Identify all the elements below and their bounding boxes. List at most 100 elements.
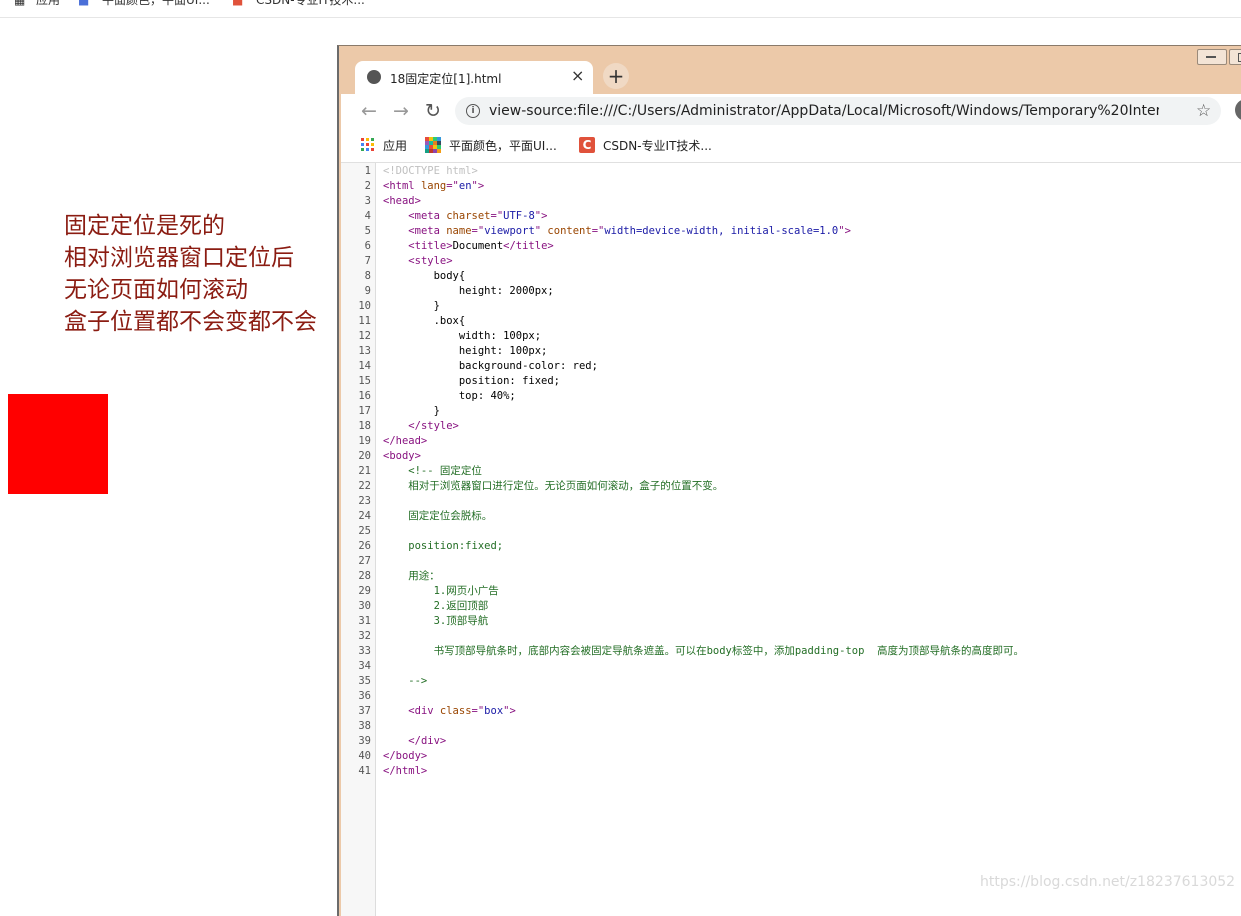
line-number: 34 (358, 660, 371, 672)
code-token: name (446, 225, 472, 237)
source-line: 17 } (341, 404, 1241, 419)
code-token: =" (490, 210, 504, 222)
source-line: 21 <!-- 固定定位 (341, 464, 1241, 479)
source-line: 13 height: 100px; (341, 344, 1241, 359)
line-code: 固定定位会脱标。 (383, 509, 492, 524)
line-number: 32 (358, 630, 371, 642)
source-line: 26 position:fixed; (341, 539, 1241, 554)
source-line: 1 <!DOCTYPE html> (341, 164, 1241, 179)
code-token: charset (446, 210, 491, 222)
annotation-text: 固定定位是死的 相对浏览器窗口定位后 无论页面如何滚动 盒子位置都不会变都不会 (64, 210, 317, 338)
code-token: 用途： (383, 570, 440, 582)
code-token: =" (471, 225, 485, 237)
bookmark-apps[interactable]: 应用 (383, 137, 407, 154)
profile-avatar-icon[interactable] (1235, 99, 1241, 121)
code-token: background-color: red; (383, 360, 598, 372)
line-number: 5 (364, 225, 371, 237)
line-code: <!-- 固定定位 (383, 464, 482, 479)
annotation-line: 无论页面如何滚动 (64, 277, 248, 303)
source-line: 20 <body> (341, 449, 1241, 464)
source-line: 4 <meta charset="UTF-8"> (341, 209, 1241, 224)
line-code: 用途： (383, 569, 440, 584)
code-token: position: fixed; (383, 375, 561, 387)
line-code: position:fixed; (383, 539, 503, 554)
source-line: 35 --> (341, 674, 1241, 689)
line-number: 9 (364, 285, 371, 297)
code-token: en (458, 180, 472, 192)
bookmark-apps[interactable]: 应用 (36, 0, 60, 9)
line-number: 15 (358, 375, 371, 387)
line-number: 30 (358, 600, 371, 612)
info-icon[interactable]: i (466, 104, 480, 118)
line-code: --> (383, 674, 427, 689)
bookmark-csdn[interactable]: CSDN-专业IT技术... (256, 0, 365, 9)
minimize-button[interactable] (1197, 49, 1227, 65)
source-line: 5 <meta name="viewport" content="width=d… (341, 224, 1241, 239)
new-tab-button[interactable]: + (603, 63, 629, 89)
code-token: viewport (484, 225, 535, 237)
line-code: 书写顶部导航条时，底部内容会被固定导航条遮盖。可以在body标签中，添加padd… (383, 644, 1024, 659)
line-number: 4 (364, 210, 371, 222)
line-number: 27 (358, 555, 371, 567)
code-token: </style> (408, 420, 459, 432)
source-line: 12 width: 100px; (341, 329, 1241, 344)
code-token: <body> (383, 450, 421, 462)
source-line: 39 </div> (341, 734, 1241, 749)
line-code: height: 100px; (383, 344, 548, 359)
maximize-button[interactable] (1229, 49, 1241, 65)
line-number: 10 (358, 300, 371, 312)
code-token: height: 100px; (383, 345, 548, 357)
line-code: <title>Document</title> (383, 239, 554, 254)
code-token: width=device-width, initial-scale=1.0 (604, 225, 839, 237)
source-line: 2 <html lang="en"> (341, 179, 1241, 194)
code-token: 1.网页小广告 (383, 585, 499, 597)
code-token: 固定定位会脱标。 (383, 510, 493, 522)
address-bar[interactable]: i view-source:file:///C:/Users/Administr… (455, 97, 1221, 125)
code-token: =" (446, 180, 459, 192)
code-token: =" (471, 705, 485, 717)
code-token: width: 100px; (383, 330, 542, 342)
line-code: </html> (383, 764, 427, 779)
line-code: } (383, 299, 440, 314)
source-line: 22 相对于浏览器窗口进行定位。无论页面如何滚动，盒子的位置不变。 (341, 479, 1241, 494)
source-line: 27 (341, 554, 1241, 569)
line-number: 1 (364, 165, 371, 177)
source-line: 33 书写顶部导航条时，底部内容会被固定导航条遮盖。可以在body标签中，添加p… (341, 644, 1241, 659)
back-icon[interactable]: ← (361, 99, 377, 123)
line-number: 18 (358, 420, 371, 432)
line-number: 7 (364, 255, 371, 267)
line-number: 29 (358, 585, 371, 597)
source-line: 15 position: fixed; (341, 374, 1241, 389)
bookmark-csdn[interactable]: CSDN-专业IT技术... (603, 137, 712, 154)
source-line: 10 } (341, 299, 1241, 314)
line-code: </style> (383, 419, 459, 434)
tab-close-icon[interactable]: × (571, 66, 584, 85)
code-token: </html> (383, 765, 428, 777)
source-line: 19 </head> (341, 434, 1241, 449)
bookmark-flat-colors[interactable]: 平面颜色，平面UI... (449, 137, 557, 154)
code-token: --> (383, 675, 428, 687)
address-url[interactable]: view-source:file:///C:/Users/Administrat… (489, 103, 1159, 119)
code-token: </title> (503, 240, 554, 252)
forward-icon[interactable]: → (393, 99, 409, 123)
source-line: 36 (341, 689, 1241, 704)
source-line: 3 <head> (341, 194, 1241, 209)
code-token: =" (591, 225, 605, 237)
fixed-red-box (8, 394, 108, 494)
tab-source[interactable]: 18固定定位[1].html × (355, 61, 593, 94)
line-code: <div class="box"> (383, 704, 516, 719)
line-number: 17 (358, 405, 371, 417)
code-token: class (439, 705, 472, 717)
code-token: "> (471, 180, 485, 192)
bookmark-flat-colors[interactable]: 平面颜色，平面UI... (102, 0, 210, 9)
watermark: https://blog.csdn.net/z18237613052 (980, 874, 1236, 890)
source-line: 41 </html> (341, 764, 1241, 779)
line-number: 19 (358, 435, 371, 447)
star-icon[interactable]: ☆ (1196, 101, 1211, 121)
source-line: 7 <style> (341, 254, 1241, 269)
reload-icon[interactable]: ↻ (425, 99, 441, 123)
code-token: "> (534, 210, 548, 222)
code-token: box (484, 705, 504, 717)
